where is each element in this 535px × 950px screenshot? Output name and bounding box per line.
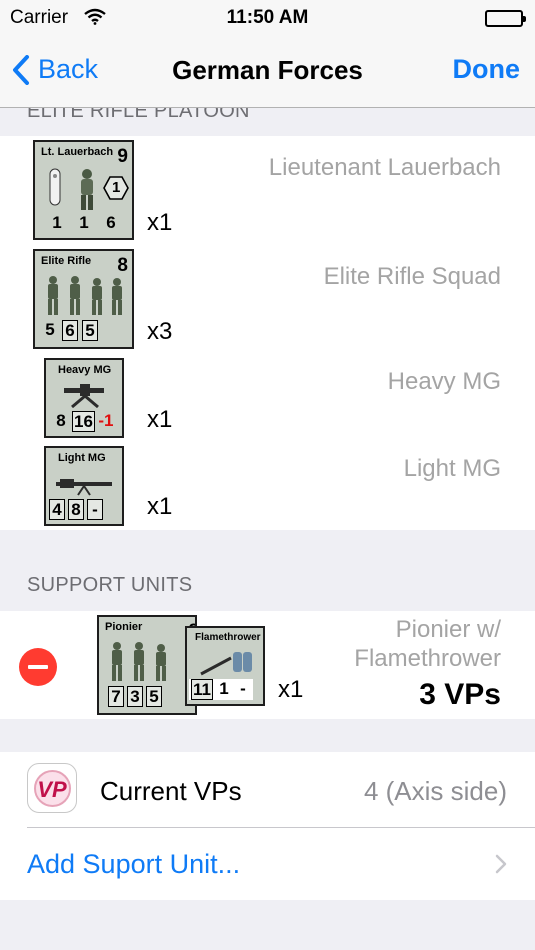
soldier-figure-icon (81, 169, 93, 210)
section-header-support: SUPPORT UNITS (27, 574, 193, 596)
machine-gun-icon (64, 384, 104, 408)
stat-modifier: -1 (98, 411, 114, 430)
unit-counter-pionier: Pionier 8 7 3 5 (97, 615, 197, 715)
attachment-name: Flamethrower (195, 632, 261, 643)
battery-icon (485, 10, 526, 27)
unit-quantity: x3 (147, 318, 173, 345)
unit-counter-light-mg: Light MG 4 8 - (44, 446, 124, 526)
unit-quantity: x1 (278, 676, 304, 703)
clock: 11:50 AM (226, 7, 309, 28)
counter-name: Heavy MG (58, 364, 112, 376)
unit-name: Elite Rifle Squad (323, 263, 501, 290)
unit-name-line-1: Pionier w/ (395, 616, 501, 643)
current-vps-value: 4 (Axis side) (363, 776, 507, 806)
delete-icon[interactable] (19, 648, 57, 686)
stat-modifier: - (87, 499, 103, 520)
stat-range: 16 (72, 411, 95, 432)
stat-firepower: 4 (49, 499, 65, 520)
counter-name: Lt. Lauerbach (41, 146, 114, 158)
section-header-platoon: ELITE RIFLE PLATOON (27, 108, 250, 122)
counter-stats: 4 8 - (49, 499, 103, 520)
stat-firepower: 8 (56, 411, 66, 430)
done-button[interactable]: Done (453, 54, 521, 85)
stat-firepower: 5 (45, 320, 55, 339)
unit-row-lt-lauerbach[interactable]: Lt. Lauerbach 9 1 1 1 6 x1 Lieutenant La… (0, 136, 535, 246)
stat-range: 3 (127, 686, 143, 707)
unit-counter-lt-lauerbach: Lt. Lauerbach 9 1 1 1 6 (33, 140, 134, 240)
current-vps-row: VP Current VPs 4 (Axis side) (0, 752, 535, 827)
platoon-header-clip: ELITE RIFLE PLATOON (0, 108, 535, 136)
unit-name: Light MG (403, 455, 501, 482)
stat-range: 8 (68, 499, 84, 520)
attachment-stats: 11 1 - (189, 679, 253, 700)
counter-stats: 1 1 6 (49, 213, 119, 232)
unit-row-light-mg[interactable]: Light MG 4 8 - x1 Light MG (0, 444, 535, 530)
add-support-unit-link[interactable]: Add Suport Unit... (27, 849, 240, 880)
squad-figures-icon (48, 276, 122, 315)
unit-row-elite-rifle[interactable]: Elite Rifle 8 5 6 5 x3 Elite Rifle Squad (0, 246, 535, 356)
counter-stats: 7 3 5 (108, 686, 162, 707)
unit-counter-heavy-mg: Heavy MG 8 16 -1 (44, 358, 124, 438)
vp-icon-label: VP (37, 777, 67, 802)
unit-quantity: x1 (147, 209, 173, 236)
counter-name: Elite Rifle (41, 255, 92, 267)
counter-badge-value: 1 (112, 179, 121, 196)
unit-row-pionier[interactable]: Pionier 8 7 3 5 Flamethrower (0, 611, 535, 719)
counter-number: 9 (117, 146, 128, 167)
squad-figures-icon (112, 642, 166, 681)
counter-stats: 5 6 5 (42, 320, 98, 341)
unit-quantity: x1 (147, 406, 173, 433)
flamethrower-icon (200, 652, 252, 676)
counter-name: Light MG (58, 452, 106, 464)
add-support-unit-row[interactable]: Add Suport Unit... (0, 828, 535, 900)
unit-counter-elite-rifle: Elite Rifle 8 5 6 5 (33, 249, 134, 349)
counter-name: Pionier (105, 621, 143, 633)
unit-row-heavy-mg[interactable]: Heavy MG 8 16 -1 x1 Heavy MG (0, 356, 535, 444)
unit-name: Lieutenant Lauerbach (268, 154, 501, 181)
navigation-bar: Back German Forces Done (0, 40, 535, 108)
platoon-unit-list: Lt. Lauerbach 9 1 1 1 6 x1 Lieutenant La… (0, 136, 535, 530)
stat-firepower: 1 (52, 213, 62, 232)
counter-number: 8 (117, 255, 128, 276)
stat-firepower: 11 (191, 679, 213, 700)
stat-morale: 5 (146, 686, 162, 707)
status-bar: Carrier 11:50 AM (0, 0, 535, 40)
stat-morale: 5 (82, 320, 98, 341)
unit-name-line-2: Flamethrower (354, 645, 501, 672)
stat-modifier: - (240, 679, 246, 698)
vp-icon: VP (27, 763, 77, 813)
summary-list: VP Current VPs 4 (Axis side) Add Suport … (0, 752, 535, 900)
officer-rank-icon (49, 168, 61, 206)
light-machine-gun-icon (56, 479, 112, 496)
stat-morale: 6 (106, 213, 116, 232)
unit-vps: 3 VPs (419, 678, 501, 711)
current-vps-label: Current VPs (100, 776, 242, 806)
unit-quantity: x1 (147, 493, 173, 520)
disclosure-chevron-icon (495, 854, 507, 874)
unit-name: Heavy MG (387, 368, 501, 395)
support-unit-list: Pionier 8 7 3 5 Flamethrower (0, 611, 535, 719)
counter-stats: 8 16 -1 (53, 411, 114, 432)
stat-range: 1 (219, 679, 229, 698)
stat-firepower: 7 (108, 686, 124, 707)
attachment-counter-flamethrower: Flamethrower 11 1 - (185, 626, 265, 706)
stat-range: 6 (62, 320, 78, 341)
stat-range: 1 (79, 213, 89, 232)
